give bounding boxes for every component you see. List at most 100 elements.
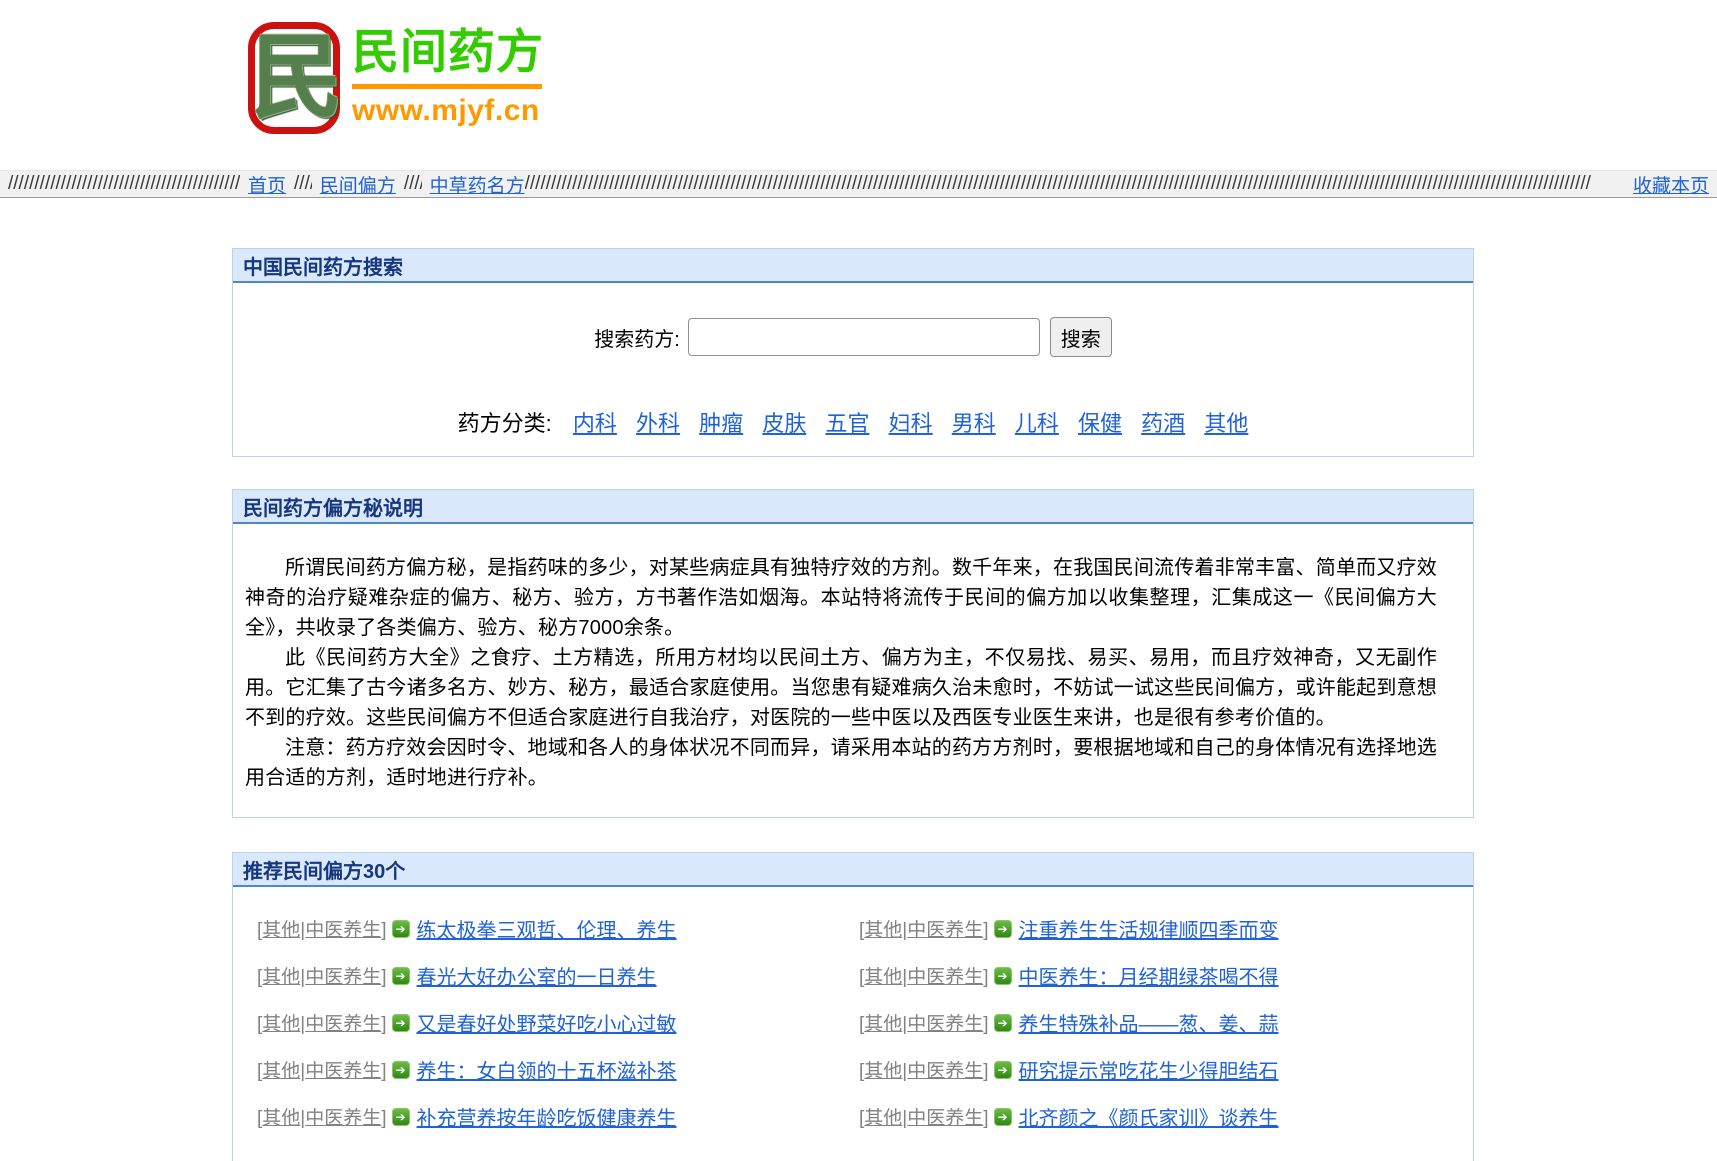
main-nav: ////////////////////////////////////////…: [0, 170, 1717, 198]
bracket-close: ]: [381, 967, 386, 988]
item-category: [其他|中医养生]: [859, 915, 989, 942]
search-panel-body: 搜索药方: 搜索 药方分类: 内科 外科 肿瘤 皮肤 五官 妇科 男科 儿科 保…: [233, 283, 1473, 456]
bracket-close: ]: [381, 1014, 386, 1035]
category-link-healthcare[interactable]: 保健: [1078, 411, 1122, 436]
category-link-tcm-health[interactable]: 中医养生: [305, 1108, 381, 1129]
item-category: [其他|中医养生]: [257, 915, 387, 942]
remedy-link[interactable]: 研究提示常吃花生少得胆结石: [1019, 1055, 1279, 1084]
category-link-tcm-health[interactable]: 中医养生: [907, 967, 983, 988]
remedy-link[interactable]: 养生特殊补品——葱、姜、蒜: [1019, 1008, 1279, 1037]
list-row: [其他|中医养生] ➔ 练太极拳三观哲、伦理、养生 [其他|中医养生] ➔ 注重…: [257, 905, 1461, 952]
category-link-tcm-health[interactable]: 中医养生: [305, 1061, 381, 1082]
list-item: [其他|中医养生] ➔ 春光大好办公室的一日养生: [257, 961, 859, 990]
category-link-surgery[interactable]: 外科: [636, 411, 680, 436]
category-link-other[interactable]: 其他: [262, 1014, 300, 1035]
category-link-other[interactable]: 其他: [1204, 411, 1248, 436]
category-label: 药方分类:: [458, 411, 552, 436]
category-link-tcm-health[interactable]: 中医养生: [907, 920, 983, 941]
search-button[interactable]: 搜索: [1050, 317, 1112, 357]
nav-link-home[interactable]: 首页: [248, 171, 286, 198]
category-link-medicinal-wine[interactable]: 药酒: [1141, 411, 1185, 436]
logo-divider-bar: [352, 84, 542, 89]
site-title: 民间药方: [352, 24, 542, 80]
list-item: [其他|中医养生] ➔ 练太极拳三观哲、伦理、养生: [257, 914, 859, 943]
about-paragraph-2: 此《民间药方大全》之食疗、土方精选，所用方材均以民间土方、偏方为主，不仅易找、易…: [245, 643, 1437, 733]
list-row: [其他|中医养生] ➔ 养生：女白领的十五杯滋补茶 [其他|中医养生] ➔ 研究…: [257, 1046, 1461, 1093]
arrow-icon: ➔: [994, 1061, 1012, 1079]
list-row: [其他|中医养生] ➔ 又是春好处野菜好吃小心过敏 [其他|中医养生] ➔ 养生…: [257, 999, 1461, 1046]
remedy-link[interactable]: 注重养生生活规律顺四季而变: [1019, 914, 1279, 943]
search-input[interactable]: [688, 318, 1040, 356]
arrow-icon: ➔: [392, 1061, 410, 1079]
nav-link-herbal-prescriptions[interactable]: 中草药名方: [430, 171, 525, 198]
category-link-other[interactable]: 其他: [864, 1061, 902, 1082]
item-category: [其他|中医养生]: [859, 1056, 989, 1083]
about-panel-body: 所谓民间药方偏方秘，是指药味的多少，对某些病症具有独特疗效的方剂。数千年来，在我…: [233, 524, 1473, 817]
category-link-other[interactable]: 其他: [262, 1061, 300, 1082]
category-link-other[interactable]: 其他: [864, 1014, 902, 1035]
category-link-tcm-health[interactable]: 中医养生: [305, 967, 381, 988]
category-link-other[interactable]: 其他: [864, 967, 902, 988]
remedy-link[interactable]: 中医养生：月经期绿茶喝不得: [1019, 961, 1279, 990]
remedy-link[interactable]: 养生：女白领的十五杯滋补茶: [417, 1055, 677, 1084]
site-logo-icon[interactable]: 民: [248, 22, 340, 134]
remedy-link[interactable]: 补充营养按年龄吃饭健康养生: [417, 1102, 677, 1131]
category-link-tcm-health[interactable]: 中医养生: [305, 1014, 381, 1035]
nav-slashes-left: ////////////////////////////////////////…: [8, 173, 240, 195]
bracket-close: ]: [381, 1108, 386, 1129]
remedy-link[interactable]: 又是春好处野菜好吃小心过敏: [417, 1008, 677, 1037]
search-label: 搜索药方:: [594, 323, 680, 352]
category-row: 药方分类: 内科 外科 肿瘤 皮肤 五官 妇科 男科 儿科 保健 药酒 其他: [233, 406, 1473, 436]
category-link-tcm-health[interactable]: 中医养生: [305, 920, 381, 941]
bracket-close: ]: [381, 920, 386, 941]
nav-link-bookmark-page[interactable]: 收藏本页: [1633, 171, 1709, 198]
category-link-other[interactable]: 其他: [262, 967, 300, 988]
remedy-link[interactable]: 练太极拳三观哲、伦理、养生: [417, 914, 677, 943]
recommend-panel-title: 推荐民间偏方30个: [233, 853, 1473, 887]
arrow-icon: ➔: [392, 1014, 410, 1032]
search-panel-title: 中国民间药方搜索: [233, 249, 1473, 283]
arrow-icon: ➔: [994, 920, 1012, 938]
item-category: [其他|中医养生]: [257, 962, 387, 989]
category-link-andrology[interactable]: 男科: [952, 411, 996, 436]
category-link-other[interactable]: 其他: [864, 920, 902, 941]
category-link-other[interactable]: 其他: [262, 920, 300, 941]
list-item: [其他|中医养生] ➔ 补充营养按年龄吃饭健康养生: [257, 1102, 859, 1131]
list-item: [其他|中医养生] ➔ 注重养生生活规律顺四季而变: [859, 914, 1461, 943]
arrow-icon: ➔: [994, 1014, 1012, 1032]
category-link-other[interactable]: 其他: [864, 1108, 902, 1129]
category-link-gynecology[interactable]: 妇科: [889, 411, 933, 436]
recommend-list: [其他|中医养生] ➔ 练太极拳三观哲、伦理、养生 [其他|中医养生] ➔ 注重…: [233, 887, 1473, 1140]
category-link-tcm-health[interactable]: 中医养生: [907, 1061, 983, 1082]
item-category: [其他|中医养生]: [257, 1103, 387, 1130]
arrow-icon: ➔: [994, 1108, 1012, 1126]
category-link-tcm-health[interactable]: 中医养生: [907, 1014, 983, 1035]
list-item: [其他|中医养生] ➔ 中医养生：月经期绿茶喝不得: [859, 961, 1461, 990]
category-link-tumor[interactable]: 肿瘤: [699, 411, 743, 436]
search-row: 搜索药方: 搜索: [233, 316, 1473, 358]
logo-text-block: 民间药方 www.mjyf.cn: [352, 22, 542, 128]
nav-slashes-sep2: /////: [404, 173, 422, 195]
list-item: [其他|中医养生] ➔ 养生特殊补品——葱、姜、蒜: [859, 1008, 1461, 1037]
bracket-close: ]: [983, 967, 988, 988]
nav-slashes-sep1: /////: [294, 173, 312, 195]
list-item: [其他|中医养生] ➔ 又是春好处野菜好吃小心过敏: [257, 1008, 859, 1037]
category-link-other[interactable]: 其他: [262, 1108, 300, 1129]
about-panel-title: 民间药方偏方秘说明: [233, 490, 1473, 524]
category-link-tcm-health[interactable]: 中医养生: [907, 1108, 983, 1129]
item-category: [其他|中医养生]: [257, 1009, 387, 1036]
bracket-close: ]: [983, 1014, 988, 1035]
list-item: [其他|中医养生] ➔ 北齐颜之《颜氏家训》谈养生: [859, 1102, 1461, 1131]
nav-link-folk-remedies[interactable]: 民间偏方: [320, 171, 396, 198]
item-category: [其他|中医养生]: [257, 1056, 387, 1083]
about-panel: 民间药方偏方秘说明 所谓民间药方偏方秘，是指药味的多少，对某些病症具有独特疗效的…: [232, 489, 1474, 818]
category-link-pediatrics[interactable]: 儿科: [1015, 411, 1059, 436]
item-category: [其他|中医养生]: [859, 1009, 989, 1036]
category-link-skin[interactable]: 皮肤: [762, 411, 806, 436]
bracket-close: ]: [983, 1108, 988, 1129]
search-panel: 中国民间药方搜索 搜索药方: 搜索 药方分类: 内科 外科 肿瘤 皮肤 五官 妇…: [232, 248, 1474, 457]
remedy-link[interactable]: 春光大好办公室的一日养生: [417, 961, 657, 990]
remedy-link[interactable]: 北齐颜之《颜氏家训》谈养生: [1019, 1102, 1279, 1131]
category-link-facial[interactable]: 五官: [825, 411, 869, 436]
category-link-internal[interactable]: 内科: [573, 411, 617, 436]
